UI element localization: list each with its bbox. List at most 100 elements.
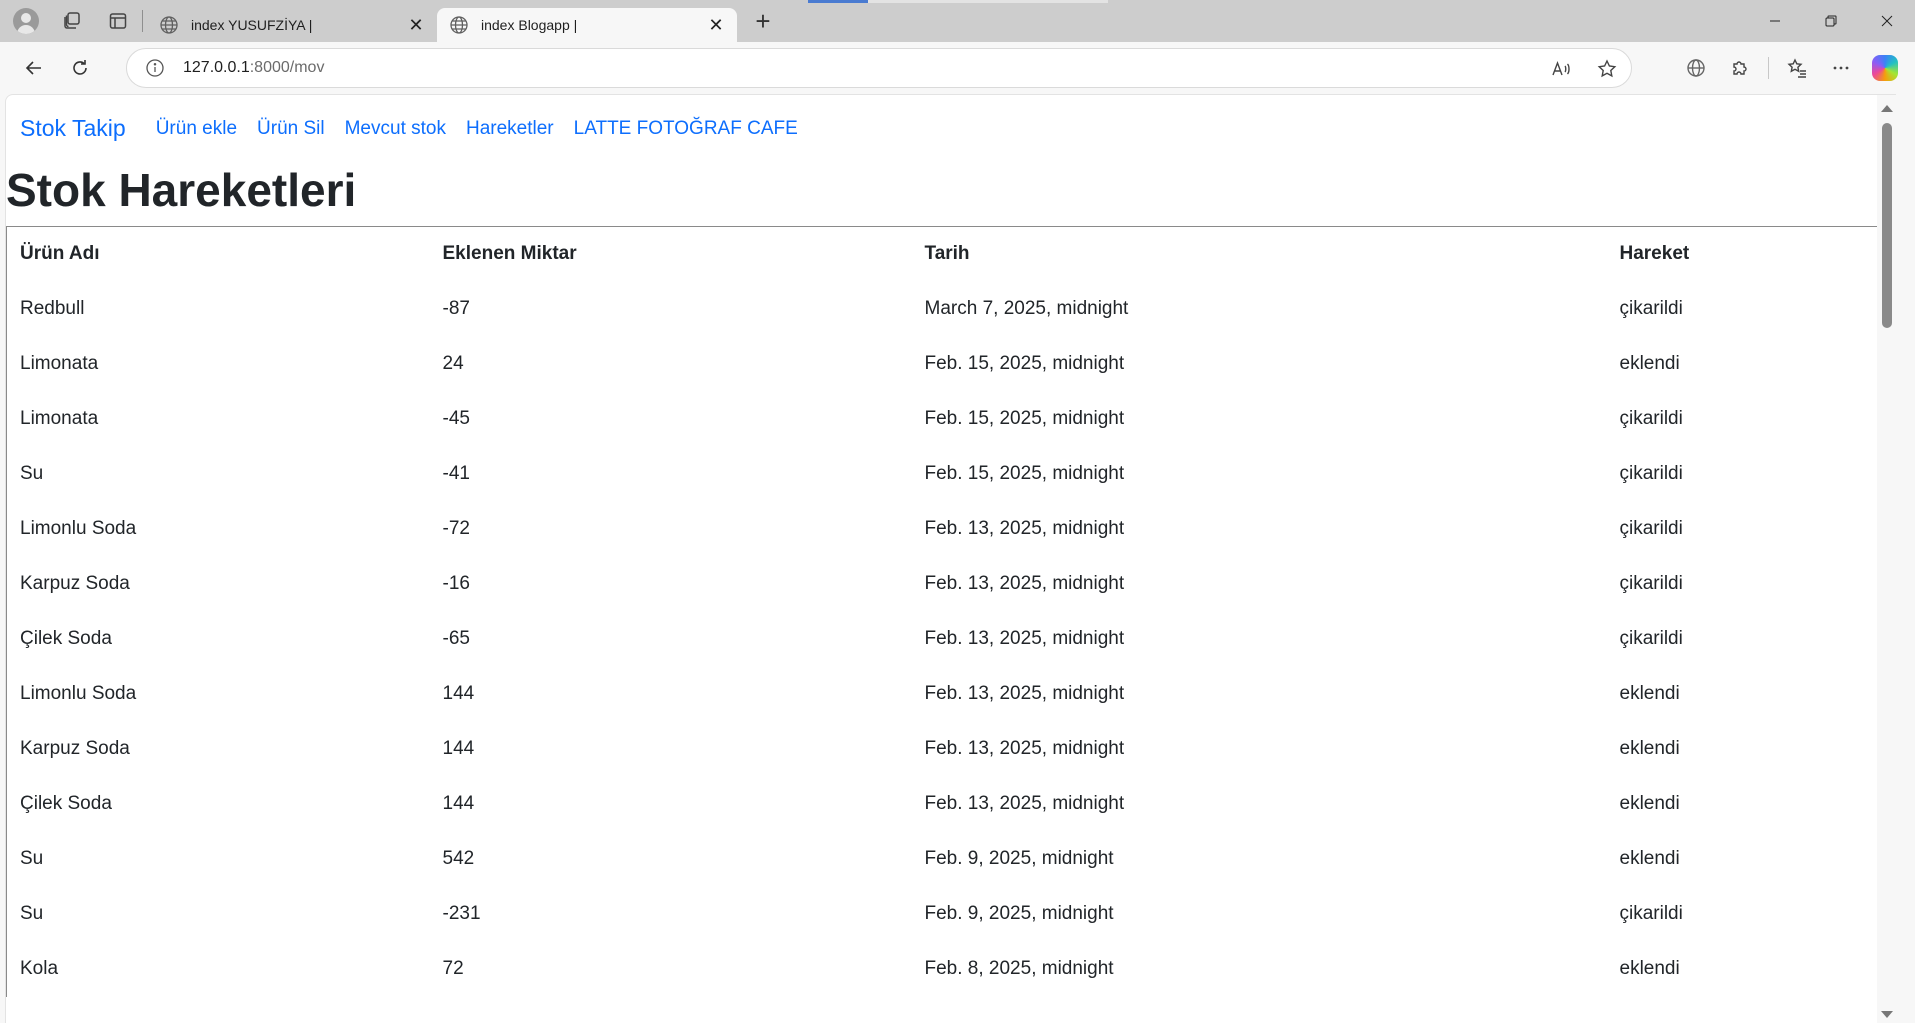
tab-indicator [808,0,868,3]
cell-product: Kola [20,958,59,979]
nav-link-urun-sil[interactable]: Ürün Sil [257,118,325,140]
workspaces-button[interactable] [52,5,92,37]
new-tab-button[interactable]: + [745,3,781,39]
cell-movement: eklendi [1619,848,1680,869]
cell-product: Limonata [20,408,99,429]
cell-movement: eklendi [1619,793,1680,814]
table-row: Karpuz Soda -16 Feb. 13, 2025, midnight çik… [7,557,1896,612]
globe-icon [450,16,468,34]
cell-quantity: -45 [442,408,470,429]
cell-product: Karpuz Soda [20,738,130,759]
page-scrollbar[interactable] [1877,95,1896,1023]
cell-quantity: -87 [442,298,470,319]
read-aloud-icon[interactable] [1551,59,1571,79]
url-host: 127.0.0.1 [183,59,250,76]
favorites-button[interactable] [1775,48,1819,88]
minimize-button[interactable] [1747,0,1803,42]
tab-blogapp[interactable]: index Blogapp | ✕ [437,8,737,42]
browser-essentials-button[interactable] [1674,48,1718,88]
copilot-button[interactable] [1863,48,1907,88]
cell-quantity: -41 [442,463,470,484]
tab-yusufziya[interactable]: index YUSUFZİYA | ✕ [147,8,437,42]
table-row: Redbull -87 March 7, 2025, midnight çikaril… [7,282,1896,337]
more-button[interactable] [1819,48,1863,88]
cell-quantity: 144 [442,738,475,759]
cell-product: Çilek Soda [20,793,112,814]
cell-quantity: 144 [442,683,475,704]
table-row: Su -231 Feb. 9, 2025, midnight çikarildi [7,887,1896,942]
table-row: Limonlu Soda 144 Feb. 13, 2025, midnight ek… [7,667,1896,722]
table-row: Su 542 Feb. 9, 2025, midnight eklendi [7,832,1896,887]
cell-product: Karpuz Soda [20,573,130,594]
cell-product: Limonlu Soda [20,683,137,704]
stock-movements-table: Ürün Adı Eklenen Miktar Tarih Hareket Re… [6,226,1896,997]
scroll-thumb[interactable] [1882,123,1892,328]
table-row: Karpuz Soda 144 Feb. 13, 2025, midnight ekl… [7,722,1896,777]
tab-actions-button[interactable] [98,5,138,37]
nav-link-hareketler[interactable]: Hareketler [466,118,554,140]
back-button[interactable] [14,48,54,88]
info-icon[interactable] [145,58,165,78]
cell-quantity: -65 [442,628,470,649]
close-icon[interactable]: ✕ [707,15,725,35]
cell-product: Limonata [20,353,99,374]
cell-date: Feb. 8, 2025, midnight [924,958,1114,979]
nav-link-mevcut-stok[interactable]: Mevcut stok [345,118,446,140]
close-icon[interactable]: ✕ [407,15,425,35]
cell-quantity: -16 [442,573,470,594]
tab-title: index YUSUFZİYA | [191,17,313,33]
cell-movement: eklendi [1619,353,1680,374]
extensions-button[interactable] [1718,48,1762,88]
refresh-button[interactable] [60,48,100,88]
cell-movement: çikarildi [1619,518,1683,539]
cell-date: Feb. 13, 2025, midnight [924,573,1125,594]
cell-quantity: 24 [442,353,464,374]
cell-product: Su [20,463,44,484]
minimize-icon [1770,20,1780,22]
tab-separator [142,10,143,32]
cell-quantity: 144 [442,793,475,814]
cell-date: March 7, 2025, midnight [924,298,1129,319]
cell-movement: eklendi [1619,683,1680,704]
toolbar-actions [1674,48,1907,88]
workspaces-icon [64,12,80,29]
nav-link-latte-fotograf-cafe[interactable]: LATTE FOTOĞRAF CAFE [574,118,798,140]
close-icon [1881,15,1893,27]
tab-indicator-track [868,0,1108,3]
page-title: Stok Hareketleri [6,164,357,216]
cell-date: Feb. 9, 2025, midnight [924,848,1114,869]
cell-product: Su [20,903,44,924]
cell-date: Feb. 13, 2025, midnight [924,683,1125,704]
globe-icon [160,16,178,34]
brand-link[interactable]: Stok Takip [20,115,126,142]
cell-movement: çikarildi [1619,298,1683,319]
star-icon[interactable] [1597,59,1617,79]
address-bar[interactable]: 127.0.0.1:8000/mov [126,48,1632,88]
cell-movement: çikarildi [1619,408,1683,429]
nav-link-urun-ekle[interactable]: Ürün ekle [156,118,237,140]
scroll-up-arrow-icon[interactable] [1881,105,1893,112]
cell-date: Feb. 9, 2025, midnight [924,903,1114,924]
cell-quantity: -231 [442,903,481,924]
scroll-down-arrow-icon[interactable] [1881,1011,1893,1018]
cell-date: Feb. 15, 2025, midnight [924,353,1125,374]
table-body: Redbull -87 March 7, 2025, midnight çikaril… [7,282,1896,997]
tab-actions-icon [109,13,127,29]
table-row: Su -41 Feb. 15, 2025, midnight çikarildi [7,447,1896,502]
table-row: Kola 72 Feb. 8, 2025, midnight eklendi [7,942,1896,997]
cell-movement: eklendi [1619,738,1680,759]
url-path: :8000/mov [249,59,325,76]
profile-button[interactable] [6,5,46,37]
cell-date: Feb. 15, 2025, midnight [924,408,1125,429]
cell-movement: çikarildi [1619,463,1683,484]
close-window-button[interactable] [1859,0,1915,42]
column-header-quantity: Eklenen Miktar [442,243,577,265]
cell-quantity: 72 [442,958,464,979]
table-row: Limonata -45 Feb. 15, 2025, midnight çikari… [7,392,1896,447]
browser-toolbar: 127.0.0.1:8000/mov [0,42,1915,94]
cell-date: Feb. 13, 2025, midnight [924,738,1125,759]
cell-product: Çilek Soda [20,628,112,649]
restore-button[interactable] [1803,0,1859,42]
navbar: Stok Takip Ürün ekle Ürün Sil Mevcut sto… [6,95,1896,162]
cell-product: Limonlu Soda [20,518,137,539]
